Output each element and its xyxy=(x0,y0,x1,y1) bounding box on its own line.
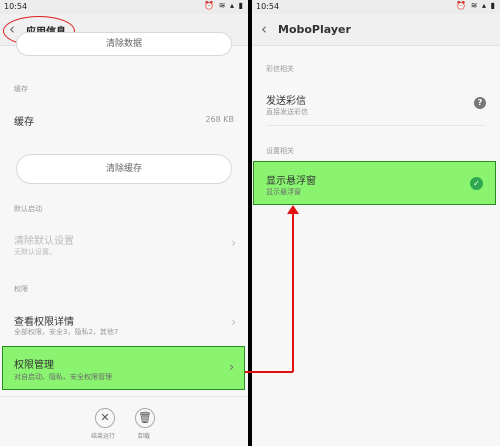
cache-section-label: 缓存 xyxy=(14,85,28,93)
float-window-row[interactable]: 显示悬浮窗 显示悬浮窗 ✓ xyxy=(253,161,496,205)
cache-label: 缓存 xyxy=(14,117,34,128)
moboplayer-header: ‹ MoboPlayer xyxy=(252,14,500,46)
clear-defaults-title: 清除默认设置 xyxy=(14,236,74,247)
status-icons: ⏰ ≋ ▴ ▮ xyxy=(456,1,496,10)
annotation-arrowhead-icon xyxy=(287,205,299,214)
force-stop-label: 结束运行 xyxy=(91,433,116,440)
cache-size-value: 268 KB xyxy=(205,115,234,124)
clear-cache-button[interactable]: 清除缓存 xyxy=(16,154,232,184)
chevron-right-icon: › xyxy=(229,360,234,374)
float-window-subtitle: 显示悬浮窗 xyxy=(266,188,301,196)
permissions-section-label: 权限 xyxy=(14,285,28,293)
question-mark-icon[interactable]: ? xyxy=(474,97,486,109)
status-time: 10:54 xyxy=(4,2,28,11)
divider-line xyxy=(266,125,486,126)
view-permissions-subtitle: 全部权限，安全3，隐私2，其他7 xyxy=(14,328,119,336)
permission-manage-row[interactable]: 权限管理 对自启动、隐私、安全权限管理 › xyxy=(2,346,245,390)
clear-defaults-subtitle: 无默认设置。 xyxy=(14,248,56,256)
chevron-right-icon: › xyxy=(231,315,236,329)
send-mms-title: 发送彩信 xyxy=(266,96,306,107)
permission-manage-title: 权限管理 xyxy=(14,360,54,371)
moboplayer-permissions-screen: 10:54 ⏰ ≋ ▴ ▮ ‹ MoboPlayer 彩信相关 发送彩信 直接发… xyxy=(252,0,500,446)
settings-section-label: 设置相关 xyxy=(266,147,294,155)
status-bar: 10:54 ⏰ ≋ ▴ ▮ xyxy=(252,0,500,14)
bottom-action-bar: ✕ 结束运行 🗑 卸载 xyxy=(0,396,248,446)
uninstall-label: 卸载 xyxy=(138,433,151,440)
view-permissions-title: 查看权限详情 xyxy=(14,317,74,328)
float-window-title: 显示悬浮窗 xyxy=(266,176,316,187)
status-bar: 10:54 ⏰ ≋ ▴ ▮ xyxy=(0,0,248,14)
checkmark-icon[interactable]: ✓ xyxy=(470,177,483,190)
status-icons: ⏰ ≋ ▴ ▮ xyxy=(204,1,244,10)
force-stop-icon[interactable]: ✕ xyxy=(95,408,115,428)
chevron-right-icon: › xyxy=(231,236,236,250)
annotation-arrow-horizontal xyxy=(245,371,293,373)
send-mms-subtitle: 直接发送彩信 xyxy=(266,108,308,116)
sms-section-label: 彩信相关 xyxy=(266,65,294,73)
annotation-arrow-vertical xyxy=(292,211,294,372)
app-info-screen: 10:54 ⏰ ≋ ▴ ▮ ‹ 应用信息 清除数据 缓存 缓存 268 KB 清… xyxy=(0,0,248,446)
back-chevron-icon[interactable]: ‹ xyxy=(261,21,267,37)
clear-data-button[interactable]: 清除数据 xyxy=(16,32,232,56)
uninstall-trash-icon[interactable]: 🗑 xyxy=(135,408,155,428)
page-title: MoboPlayer xyxy=(278,23,351,36)
status-time: 10:54 xyxy=(256,2,280,11)
permission-manage-subtitle: 对自启动、隐私、安全权限管理 xyxy=(14,373,112,381)
default-launch-section-label: 默认启动 xyxy=(14,205,42,213)
